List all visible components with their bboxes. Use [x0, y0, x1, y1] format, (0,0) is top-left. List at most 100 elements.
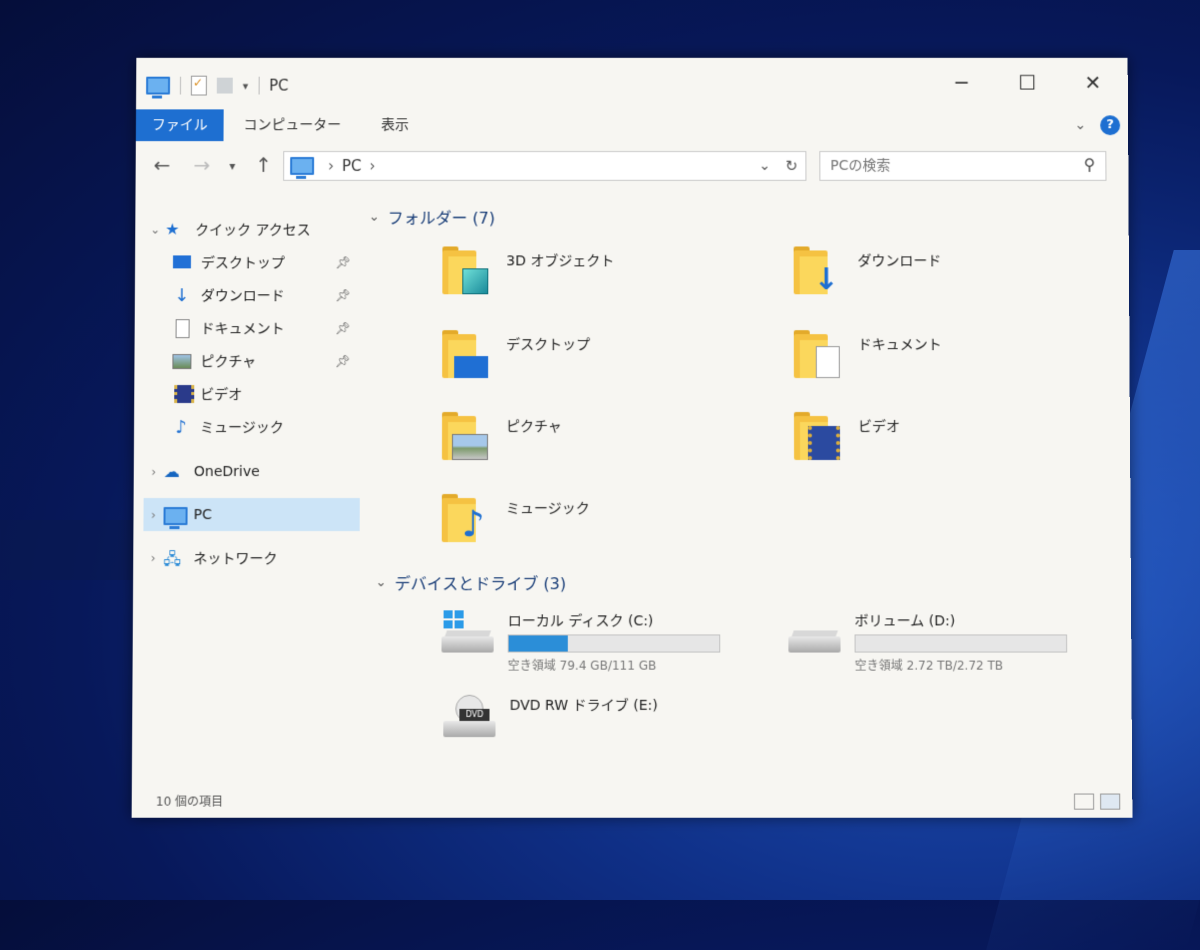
drive-usage-bar: [855, 634, 1068, 652]
new-folder-icon[interactable]: [217, 78, 233, 94]
pc-icon: [146, 77, 170, 95]
video-icon: [170, 384, 192, 404]
folder-documents[interactable]: ドキュメント: [794, 330, 942, 378]
video-icon: [794, 412, 840, 460]
folder-label: ドキュメント: [858, 330, 942, 354]
sidebar-item-label: ピクチャ: [200, 351, 256, 371]
drive-c[interactable]: ローカル ディスク (C:) 空き領域 79.4 GB/111 GB: [439, 610, 720, 673]
drive-d[interactable]: ボリューム (D:) 空き領域 2.72 TB/2.72 TB: [786, 610, 1067, 673]
breadcrumb-separator: ›: [369, 157, 375, 175]
chevron-right-icon[interactable]: ›: [143, 551, 163, 565]
refresh-button[interactable]: ↻: [777, 151, 806, 181]
navigation-pane: ⌄ ★ クイック アクセス デスクトップ 📌︎ ↓ ダウンロード 📌︎ ドキュメ…: [143, 213, 361, 575]
up-button[interactable]: ↑: [255, 153, 272, 177]
chevron-down-icon[interactable]: ⌄: [145, 222, 165, 236]
forward-button[interactable]: →: [193, 153, 210, 177]
sidebar-item-quick-access[interactable]: ⌄ ★ クイック アクセス: [145, 213, 361, 246]
sidebar-item-music[interactable]: ♪ ミュージック: [144, 410, 360, 443]
customize-toolbar-icon[interactable]: ▾: [243, 79, 249, 92]
pc-icon: [163, 505, 185, 525]
pin-icon[interactable]: 📌︎: [335, 321, 350, 335]
drives-group-header[interactable]: ⌄ デバイスとドライブ (3): [375, 570, 566, 594]
chevron-right-icon[interactable]: ›: [143, 508, 163, 522]
window-title: PC: [269, 77, 289, 95]
folder-label: ミュージック: [506, 494, 590, 518]
drive-free-space: 空き領域 79.4 GB/111 GB: [508, 657, 721, 674]
tab-view[interactable]: 表示: [361, 109, 429, 141]
music-icon: ♪: [442, 494, 488, 542]
sidebar-item-network[interactable]: › 🖧︎ ネットワーク: [143, 541, 359, 574]
folder-pictures[interactable]: ピクチャ: [442, 412, 562, 460]
folder-3d-objects[interactable]: 3D オブジェクト: [442, 246, 614, 294]
sidebar-item-label: ミュージック: [200, 417, 284, 437]
content-pane: ⌄ フォルダー (7) 3D オブジェクト ↓ ダウンロード デスクトップ ドキ…: [361, 197, 1114, 778]
sidebar-item-label: ビデオ: [200, 384, 242, 404]
music-icon: ♪: [170, 417, 192, 437]
breadcrumb-pc[interactable]: PC: [342, 157, 362, 175]
folder-videos[interactable]: ビデオ: [794, 412, 900, 460]
drive-e[interactable]: DVD DVD RW ドライブ (E:): [441, 695, 722, 741]
sidebar-item-label: ダウンロード: [201, 285, 285, 305]
back-button[interactable]: ←: [154, 153, 171, 177]
search-box[interactable]: ⚲: [819, 151, 1106, 181]
tab-file[interactable]: ファイル: [136, 109, 224, 141]
sidebar-item-label: クイック アクセス: [195, 219, 311, 239]
search-icon[interactable]: ⚲: [1084, 155, 1096, 174]
drive-label: ローカル ディスク (C:): [508, 610, 721, 630]
download-icon: ↓: [794, 246, 840, 294]
document-icon: [794, 330, 840, 378]
folder-music[interactable]: ♪ ミュージック: [442, 494, 590, 542]
dvd-label-icon: DVD: [459, 709, 489, 721]
desktop-icon: [442, 330, 488, 378]
window-controls: ─ ☐ ✕: [929, 66, 1126, 100]
folder-downloads[interactable]: ↓ ダウンロード: [794, 246, 942, 294]
address-bar[interactable]: › PC › ⌄: [283, 151, 779, 181]
status-bar-count: 10 個の項目: [156, 793, 223, 810]
network-icon: 🖧︎: [163, 548, 185, 568]
navigation-bar: ← → ▾ ↑ › PC › ⌄ ↻ ⚲: [136, 147, 1129, 185]
folder-label: ビデオ: [858, 412, 900, 436]
divider: [258, 77, 259, 95]
help-icon[interactable]: ?: [1100, 115, 1120, 135]
folder-desktop[interactable]: デスクトップ: [442, 330, 590, 378]
chevron-right-icon[interactable]: ›: [144, 465, 164, 479]
properties-icon[interactable]: [191, 76, 207, 96]
drive-usage-bar: [508, 634, 721, 652]
sidebar-item-videos[interactable]: ビデオ: [144, 377, 360, 410]
folder-label: ピクチャ: [506, 412, 562, 436]
view-toggle: [1074, 794, 1120, 810]
pin-icon[interactable]: 📌︎: [335, 354, 350, 368]
sidebar-item-onedrive[interactable]: › ☁ OneDrive: [144, 455, 360, 488]
expand-ribbon-icon[interactable]: ⌄: [1075, 117, 1087, 133]
recent-locations-icon[interactable]: ▾: [229, 159, 235, 173]
title-bar: ▾ PC ─ ☐ ✕: [136, 58, 1128, 108]
sidebar-item-desktop[interactable]: デスクトップ 📌︎: [145, 245, 361, 278]
details-view-icon[interactable]: [1074, 794, 1094, 810]
pin-icon[interactable]: 📌︎: [335, 288, 350, 302]
sidebar-item-pc[interactable]: › PC: [143, 498, 359, 531]
folder-label: デスクトップ: [506, 330, 590, 354]
sidebar-item-pictures[interactable]: ピクチャ 📌︎: [144, 344, 360, 377]
hard-drive-icon: [786, 610, 842, 656]
chevron-down-icon[interactable]: ⌄: [759, 158, 771, 174]
close-button[interactable]: ✕: [1060, 66, 1126, 100]
group-title: デバイスとドライブ (3): [394, 570, 566, 594]
pc-icon: [290, 157, 314, 175]
quick-access-toolbar: ▾ PC: [146, 76, 289, 96]
maximize-button[interactable]: ☐: [994, 66, 1060, 100]
chevron-down-icon[interactable]: ⌄: [369, 209, 380, 224]
sidebar-item-label: OneDrive: [194, 464, 260, 480]
tab-computer[interactable]: コンピューター: [224, 109, 362, 141]
group-title: フォルダー (7): [388, 205, 496, 229]
sidebar-item-label: PC: [194, 507, 212, 523]
divider: [180, 77, 181, 95]
search-input[interactable]: [820, 152, 1071, 180]
minimize-button[interactable]: ─: [929, 66, 995, 100]
sidebar-item-documents[interactable]: ドキュメント 📌︎: [145, 311, 361, 344]
chevron-down-icon[interactable]: ⌄: [376, 575, 387, 590]
document-icon: [171, 318, 193, 338]
large-icons-view-icon[interactable]: [1100, 794, 1120, 810]
folders-group-header[interactable]: ⌄ フォルダー (7): [369, 205, 495, 229]
pin-icon[interactable]: 📌︎: [335, 255, 350, 269]
sidebar-item-downloads[interactable]: ↓ ダウンロード 📌︎: [145, 278, 361, 311]
